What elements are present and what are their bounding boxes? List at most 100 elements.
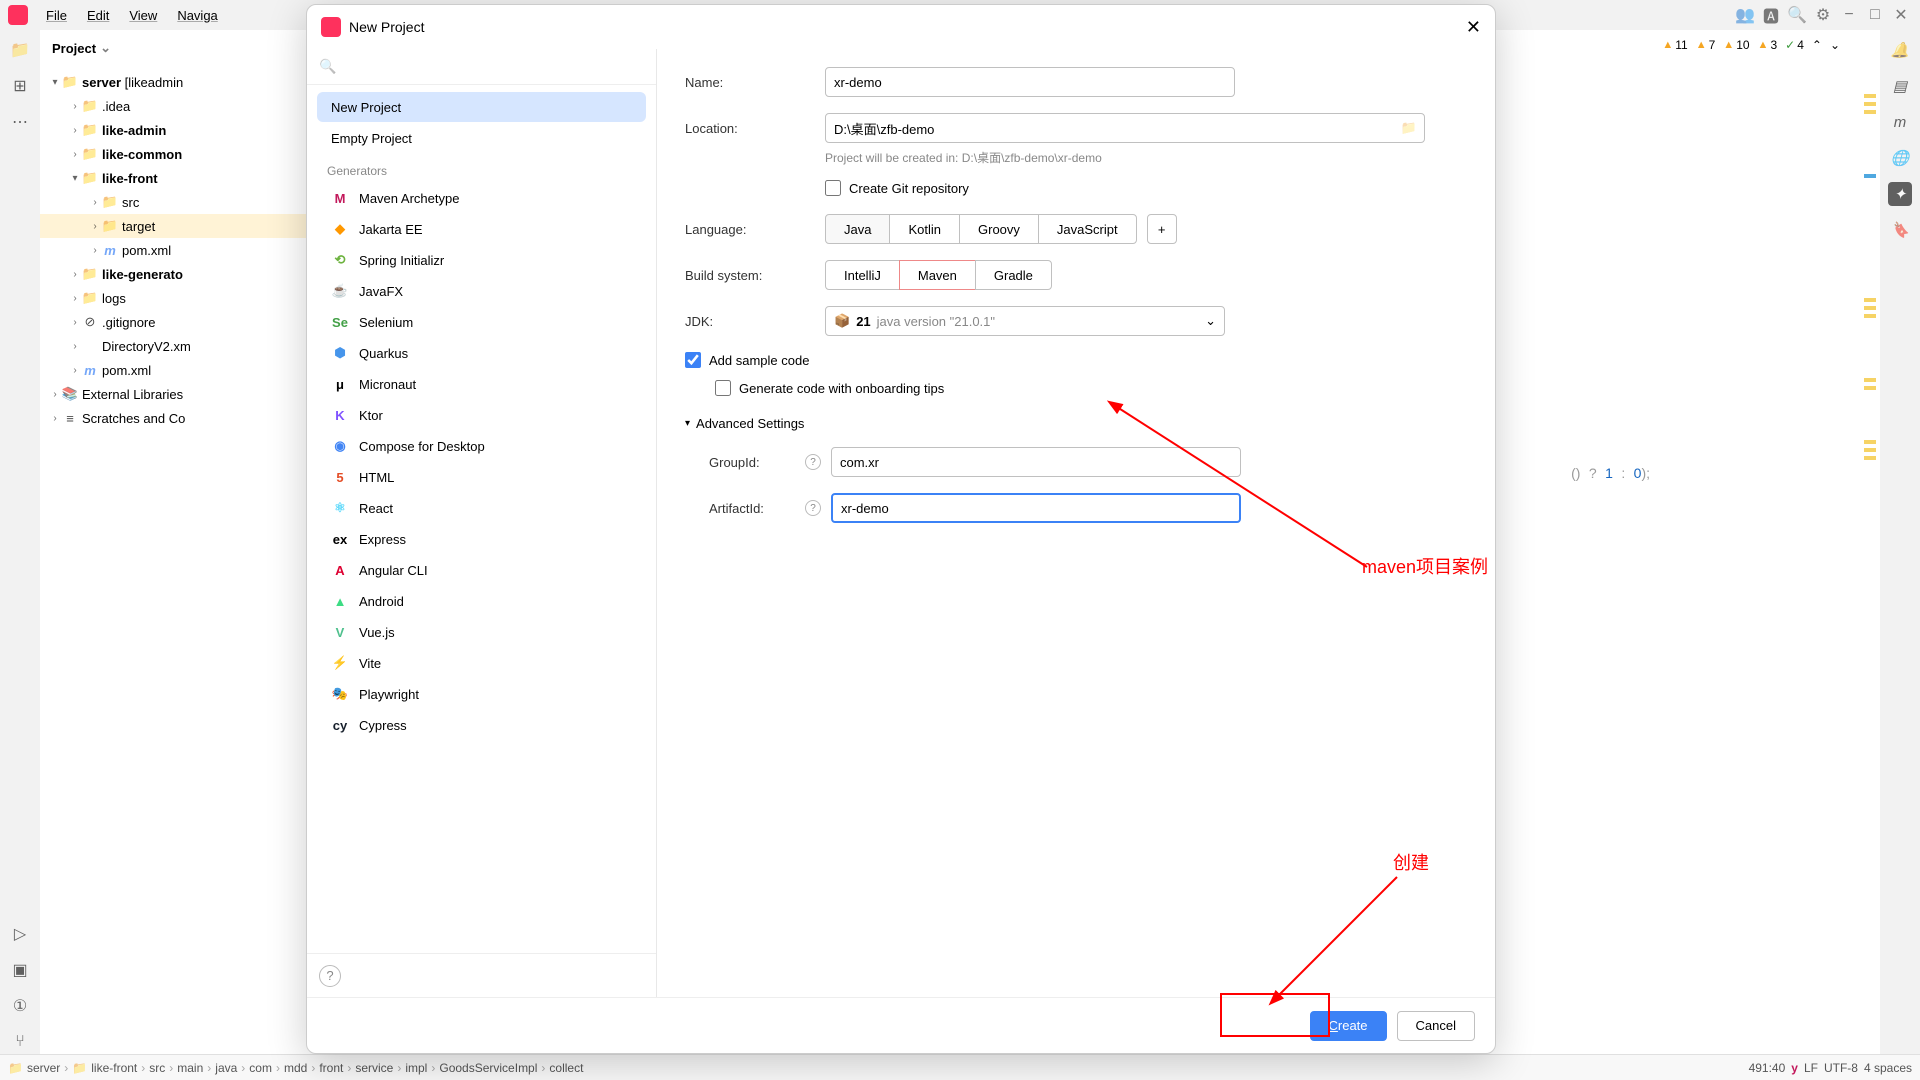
settings-icon[interactable]: ⚙ xyxy=(1812,4,1834,26)
tree-external-libs[interactable]: ›📚External Libraries xyxy=(40,382,329,406)
notifications-icon[interactable]: 🔔 xyxy=(1888,38,1912,62)
browse-folder-icon[interactable]: 📁 xyxy=(1401,120,1417,136)
line-sep[interactable]: LF xyxy=(1804,1061,1818,1075)
crumb[interactable]: com xyxy=(249,1061,272,1075)
language-option[interactable]: Groovy xyxy=(959,214,1039,244)
sidebar-new-project[interactable]: New Project xyxy=(317,92,646,122)
generator-item[interactable]: exExpress xyxy=(317,524,646,554)
git-checkbox[interactable] xyxy=(825,180,841,196)
onboarding-checkbox[interactable] xyxy=(715,380,731,396)
groupid-input[interactable] xyxy=(831,447,1241,477)
add-language-button[interactable]: + xyxy=(1147,214,1177,244)
generator-item[interactable]: cyCypress xyxy=(317,710,646,740)
build-option[interactable]: Gradle xyxy=(975,260,1052,290)
caret-position[interactable]: 491:40 xyxy=(1749,1061,1786,1075)
tree-scratches[interactable]: ›≡Scratches and Co xyxy=(40,406,329,430)
crumb[interactable]: mdd xyxy=(284,1061,307,1075)
maven-icon[interactable]: m xyxy=(1888,110,1912,134)
location-input[interactable] xyxy=(825,113,1425,143)
build-option[interactable]: Maven xyxy=(899,260,976,290)
help-icon[interactable]: ? xyxy=(805,454,821,470)
jdk-dropdown[interactable]: 📦 21 java version "21.0.1" ⌄ xyxy=(825,306,1225,336)
tree-node[interactable]: ›📁src xyxy=(40,190,329,214)
tree-node[interactable]: ›📁.idea xyxy=(40,94,329,118)
crumb[interactable]: java xyxy=(215,1061,237,1075)
generator-item[interactable]: ⬢Quarkus xyxy=(317,338,646,368)
crumb[interactable]: impl xyxy=(405,1061,427,1075)
help-icon[interactable]: ? xyxy=(805,500,821,516)
minimize-icon[interactable]: − xyxy=(1838,4,1860,26)
tree-node[interactable]: ›📁like-admin xyxy=(40,118,329,142)
sidebar-empty-project[interactable]: Empty Project xyxy=(317,123,646,153)
generator-item[interactable]: 5HTML xyxy=(317,462,646,492)
ai-icon[interactable]: ✦ xyxy=(1888,182,1912,206)
tree-node[interactable]: ›mpom.xml xyxy=(40,358,329,382)
generator-item[interactable]: ⚡Vite xyxy=(317,648,646,678)
tree-node[interactable]: ›📁logs xyxy=(40,286,329,310)
close-icon[interactable]: ✕ xyxy=(1890,4,1912,26)
generator-item[interactable]: 🎭Playwright xyxy=(317,679,646,709)
language-option[interactable]: Java xyxy=(825,214,890,244)
crumb[interactable]: service xyxy=(355,1061,393,1075)
tree-node[interactable]: ›📁like-common xyxy=(40,142,329,166)
generator-item[interactable]: AAngular CLI xyxy=(317,555,646,585)
generator-item[interactable]: ▲Android xyxy=(317,586,646,616)
tree-node[interactable]: ›📁like-generato xyxy=(40,262,329,286)
more-icon[interactable]: ⋯ xyxy=(8,110,32,134)
tree-root[interactable]: ▾📁 server [likeadmin xyxy=(40,70,329,94)
crumb[interactable]: src xyxy=(149,1061,165,1075)
encoding[interactable]: UTF-8 xyxy=(1824,1061,1858,1075)
project-panel-header[interactable]: Project ⌄ xyxy=(40,30,329,66)
dialog-close-icon[interactable]: ✕ xyxy=(1466,17,1481,38)
bookmark-icon[interactable]: 🔖 xyxy=(1888,218,1912,242)
breadcrumb[interactable]: 📁 server›📁 like-front›src›main›java›com›… xyxy=(8,1061,583,1075)
tree-node[interactable]: ›⊘.gitignore xyxy=(40,310,329,334)
chevron-down-icon[interactable]: ⌄ xyxy=(1830,38,1840,52)
search-icon[interactable]: 🔍 xyxy=(1786,4,1808,26)
tree-node[interactable]: ›DirectoryV2.xm xyxy=(40,334,329,358)
generator-item[interactable]: MMaven Archetype xyxy=(317,183,646,213)
generator-item[interactable]: ⟲Spring Initializr xyxy=(317,245,646,275)
create-button[interactable]: Create xyxy=(1310,1011,1387,1041)
generator-item[interactable]: ⚛React xyxy=(317,493,646,523)
project-tree[interactable]: ▾📁 server [likeadmin ›📁.idea›📁like-admin… xyxy=(40,66,329,1054)
menu-edit[interactable]: Edit xyxy=(79,4,117,27)
generator-item[interactable]: ◆Jakarta EE xyxy=(317,214,646,244)
indent[interactable]: 4 spaces xyxy=(1864,1061,1912,1075)
crumb[interactable]: GoodsServiceImpl xyxy=(439,1061,537,1075)
artifactid-input[interactable] xyxy=(831,493,1241,523)
name-input[interactable] xyxy=(825,67,1235,97)
menu-navigate[interactable]: Naviga xyxy=(169,4,225,27)
help-icon[interactable]: ? xyxy=(319,965,341,987)
crumb[interactable]: main xyxy=(177,1061,203,1075)
language-icon[interactable]: 🅰 xyxy=(1760,4,1782,26)
inspection-widget[interactable]: 11 7 10 3 4 ⌃ ⌄ xyxy=(1662,38,1840,52)
advanced-settings-toggle[interactable]: ▾ Advanced Settings xyxy=(685,416,1467,431)
vcs-icon[interactable]: ⑂ xyxy=(8,1030,32,1054)
folder-icon[interactable]: 📁 xyxy=(8,38,32,62)
crumb[interactable]: collect xyxy=(549,1061,583,1075)
crumb[interactable]: like-front xyxy=(91,1061,137,1075)
generator-item[interactable]: SeSelenium xyxy=(317,307,646,337)
language-option[interactable]: JavaScript xyxy=(1038,214,1137,244)
generator-item[interactable]: KKtor xyxy=(317,400,646,430)
web-icon[interactable]: 🌐 xyxy=(1888,146,1912,170)
tree-node[interactable]: ›mpom.xml xyxy=(40,238,329,262)
collab-icon[interactable]: 👥 xyxy=(1734,4,1756,26)
dialog-search[interactable]: 🔍 xyxy=(307,49,656,85)
problems-icon[interactable]: ① xyxy=(8,994,32,1018)
sample-code-checkbox[interactable] xyxy=(685,352,701,368)
tree-node[interactable]: ▾📁like-front xyxy=(40,166,329,190)
maximize-icon[interactable]: □ xyxy=(1864,4,1886,26)
generator-item[interactable]: VVue.js xyxy=(317,617,646,647)
language-option[interactable]: Kotlin xyxy=(889,214,960,244)
tree-node[interactable]: ›📁target xyxy=(40,214,329,238)
crumb[interactable]: server xyxy=(27,1061,60,1075)
run-icon[interactable]: ▷ xyxy=(8,922,32,946)
generator-item[interactable]: ◉Compose for Desktop xyxy=(317,431,646,461)
menu-file[interactable]: File xyxy=(38,4,75,27)
chevron-up-icon[interactable]: ⌃ xyxy=(1812,38,1822,52)
database-icon[interactable]: ▤ xyxy=(1888,74,1912,98)
minimap[interactable] xyxy=(1862,90,1878,1034)
crumb[interactable]: front xyxy=(319,1061,343,1075)
